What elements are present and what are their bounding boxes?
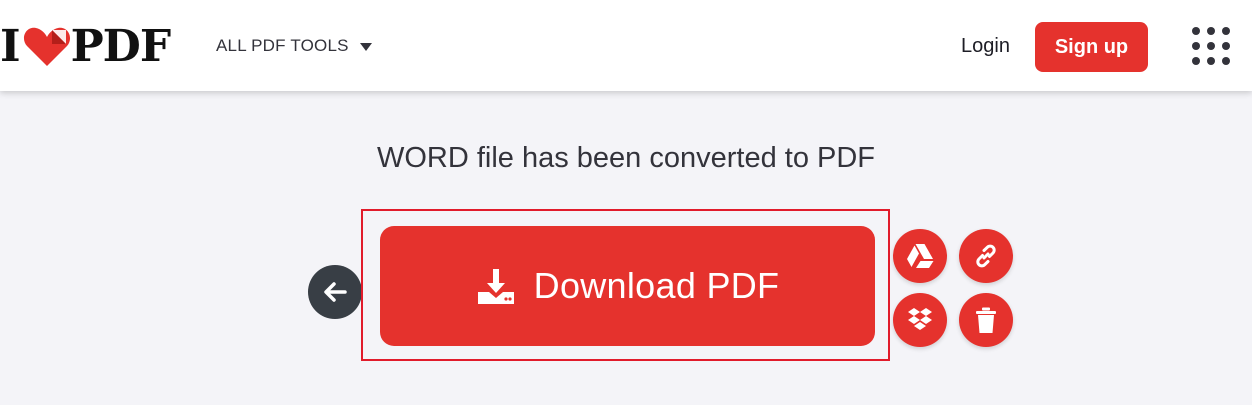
trash-icon: [976, 307, 996, 333]
delete-file-button[interactable]: [959, 293, 1013, 347]
page-title: WORD file has been converted to PDF: [376, 142, 876, 174]
save-to-google-drive-button[interactable]: [893, 229, 947, 283]
signup-button[interactable]: Sign up: [1035, 22, 1148, 72]
all-pdf-tools-label: ALL PDF TOOLS: [216, 36, 349, 55]
grid-dot: [1192, 42, 1200, 50]
download-pdf-button[interactable]: Download PDF: [380, 226, 875, 346]
arrow-left-icon: [324, 282, 347, 302]
top-header: I PDF ALL PDF TOOLS Login Sign up: [0, 0, 1252, 91]
logo-letters-pdf: PDF: [70, 20, 171, 72]
grid-dot: [1192, 57, 1200, 65]
grid-dot: [1207, 42, 1215, 50]
download-pdf-label: Download PDF: [533, 265, 780, 306]
grid-dot: [1207, 57, 1215, 65]
grid-apps-icon[interactable]: [1192, 27, 1230, 65]
copy-share-link-button[interactable]: [959, 229, 1013, 283]
google-drive-icon: [907, 244, 934, 268]
grid-dot: [1192, 27, 1200, 35]
ilovepdf-logo[interactable]: I PDF: [0, 21, 171, 72]
back-button[interactable]: [308, 265, 362, 319]
grid-dot: [1222, 42, 1230, 50]
heart-logo-icon: [22, 24, 72, 68]
save-to-dropbox-button[interactable]: [893, 293, 947, 347]
download-icon: [476, 266, 516, 306]
dropbox-icon: [908, 308, 932, 330]
grid-dot: [1207, 27, 1215, 35]
grid-dot: [1222, 57, 1230, 65]
link-icon: [976, 244, 996, 268]
caret-down-icon: [359, 42, 372, 51]
all-pdf-tools-menu[interactable]: ALL PDF TOOLS: [216, 36, 372, 56]
grid-dot: [1222, 27, 1230, 35]
logo-letter-i: I: [0, 20, 21, 72]
login-link[interactable]: Login: [961, 35, 1010, 58]
